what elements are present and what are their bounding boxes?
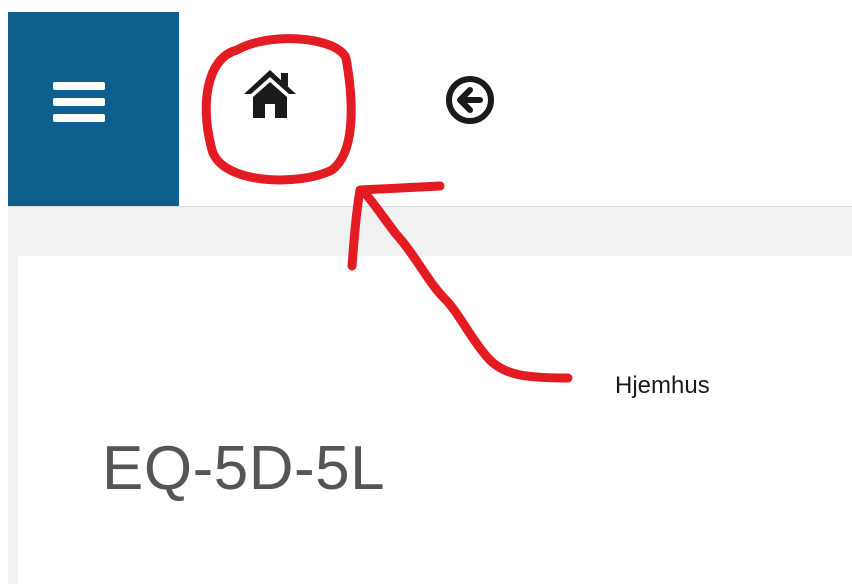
page: EQ-5D-5L Hjemhus xyxy=(0,0,852,584)
top-navigation-bar xyxy=(8,12,852,207)
back-button[interactable] xyxy=(442,72,498,128)
circle-arrow-left-icon xyxy=(446,76,494,124)
hamburger-menu-icon xyxy=(53,82,105,122)
menu-button[interactable] xyxy=(8,12,179,206)
annotation-label: Hjemhus xyxy=(615,372,710,399)
home-button[interactable] xyxy=(240,64,300,120)
home-icon xyxy=(244,70,296,118)
content-card xyxy=(18,256,852,584)
page-title: EQ-5D-5L xyxy=(102,434,386,503)
